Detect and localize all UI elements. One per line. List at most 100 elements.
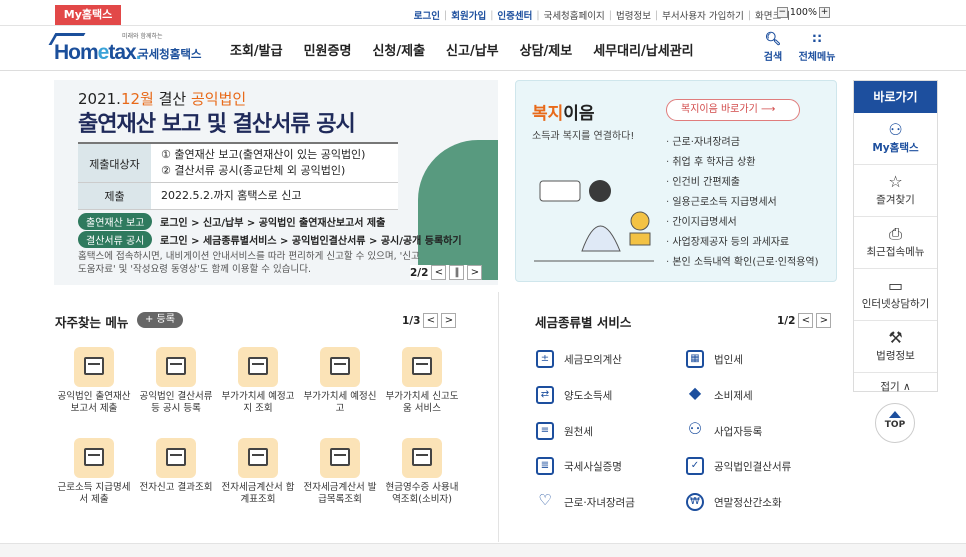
tax-service-item[interactable]: ♡ 근로·자녀장려금 bbox=[536, 493, 635, 511]
diamond-icon: ◆ bbox=[688, 383, 702, 402]
transfer-icon: ⇄ bbox=[536, 386, 554, 404]
cert-center-link[interactable]: 인증센터 bbox=[497, 8, 532, 22]
favorites-title: 자주찾는 메뉴 bbox=[55, 315, 129, 330]
nav-consult-report[interactable]: 상담/제보 bbox=[520, 40, 573, 59]
welfare-item[interactable]: 일용근로소득 지급명세서 bbox=[666, 193, 819, 213]
welfare-item[interactable]: 인건비 간편제출 bbox=[666, 173, 819, 193]
favorites-prev-button[interactable]: < bbox=[423, 313, 439, 328]
tax-service-item[interactable]: ▦ 법인세 bbox=[686, 350, 743, 368]
banner-title: 출연재산 보고 및 결산서류 공시 bbox=[78, 112, 356, 137]
welfare-illustration bbox=[534, 180, 654, 262]
quick-favorites[interactable]: ☆ 즐겨찾기 bbox=[854, 165, 937, 217]
banner-prev-button[interactable]: < bbox=[431, 265, 447, 280]
quick-menu-title: 바로가기 bbox=[854, 81, 937, 113]
dept-user-signup-link[interactable]: 부서사용자 가입하기 bbox=[662, 8, 744, 22]
logo-tagline: 미래와 함께하는 bbox=[122, 33, 163, 40]
signup-link[interactable]: 회원가입 bbox=[451, 8, 486, 22]
welfare-list: 근로·자녀장려금 취업 후 학자금 상환 인건비 간편제출 일용근로소득 지급명… bbox=[666, 133, 819, 273]
heart-icon: ♡ bbox=[538, 491, 552, 509]
favorites-next-button[interactable]: > bbox=[441, 313, 457, 328]
tax-service-item[interactable]: ₩ 연말정산간소화 bbox=[686, 493, 782, 511]
search-button[interactable]: 🔍︎ 검색 bbox=[760, 32, 786, 63]
tax-services-pager: 1/2 < > bbox=[777, 313, 832, 328]
search-doc-icon bbox=[238, 347, 278, 387]
monitor-icon: ▭ bbox=[887, 276, 904, 295]
zoom-out-button[interactable]: − bbox=[776, 7, 788, 18]
welfare-subtitle: 소득과 복지를 연결하다! bbox=[532, 131, 635, 142]
section-divider bbox=[498, 292, 499, 542]
top-button[interactable]: TOP bbox=[875, 403, 915, 443]
tax-service-item[interactable]: ⇄ 양도소득세 bbox=[536, 386, 612, 404]
quick-consult[interactable]: ▭ 인터넷상담하기 bbox=[854, 269, 937, 321]
favorites-pager: 1/3 < > bbox=[402, 313, 457, 328]
fav-item[interactable]: 전자세금계산서 합계표조회 bbox=[218, 438, 298, 506]
banner-target-head: 제출대상자 bbox=[78, 144, 151, 182]
hometax-logo[interactable]: 미래와 함께하는 Hometax. 국세청홈택스 bbox=[48, 29, 202, 69]
calendar-doc-icon bbox=[74, 347, 114, 387]
tax-service-item[interactable]: ◆ 소비제세 bbox=[686, 383, 753, 404]
recent-icon: ⎙ bbox=[889, 224, 902, 243]
welfare-item[interactable]: 취업 후 학자금 상환 bbox=[666, 153, 819, 173]
quick-fold-button[interactable]: 접기 ∧ bbox=[854, 373, 937, 394]
fav-item[interactable]: 전자세금계산서 발급목록조회 bbox=[300, 438, 380, 506]
tax-service-item[interactable]: ± 세금모의계산 bbox=[536, 350, 622, 368]
my-hometax-tab[interactable]: My홈택스 bbox=[55, 5, 121, 25]
welfare-item[interactable]: 사업장제공자 등의 과세자료 bbox=[666, 233, 819, 253]
nav-inquiry-issue[interactable]: 조회/발급 bbox=[230, 40, 283, 59]
law-info-link[interactable]: 법령정보 bbox=[616, 8, 651, 22]
star-icon: ☆ bbox=[888, 172, 903, 191]
welfare-item[interactable]: 근로·자녀장려금 bbox=[666, 133, 819, 153]
grid-menu-icon: ∷ bbox=[812, 32, 822, 47]
zoom-value: 100% bbox=[789, 7, 817, 18]
banner-next-button[interactable]: > bbox=[467, 265, 483, 280]
tax-services-next-button[interactable]: > bbox=[816, 313, 832, 328]
tax-service-item[interactable]: ≡ 원천세 bbox=[536, 422, 593, 440]
tax-services-title: 세금종류별 서비스 bbox=[535, 315, 632, 330]
coin-icon: ₩ bbox=[686, 493, 704, 511]
zoom-in-button[interactable]: + bbox=[819, 7, 830, 18]
bottom-strip bbox=[0, 543, 966, 557]
quick-law[interactable]: ⚒ 법령정보 bbox=[854, 321, 937, 373]
fav-item[interactable]: 근로소득 지급명세서 제출 bbox=[54, 438, 134, 506]
all-menu-button[interactable]: ∷ 전체메뉴 bbox=[795, 32, 839, 63]
quick-my-hometax[interactable]: ⚇ My홈택스 bbox=[854, 113, 937, 165]
main-header: 미래와 함께하는 Hometax. 국세청홈택스 조회/발급 민원증명 신청/제… bbox=[0, 27, 966, 71]
fav-item[interactable]: 전자신고 결과조회 bbox=[136, 438, 216, 494]
banner-pause-button[interactable]: ‖ bbox=[449, 265, 465, 280]
won-search-icon bbox=[156, 438, 196, 478]
banner-table: 제출대상자 ① 출연재산 보고(출연재산이 있는 공익법인) ② 결산서류 공시(… bbox=[78, 142, 398, 210]
login-link[interactable]: 로그인 bbox=[414, 8, 440, 22]
tax-service-item[interactable]: ≣ 국세사실증명 bbox=[536, 457, 622, 475]
fav-item[interactable]: 부가가치세 예정신고 bbox=[300, 347, 380, 415]
nav-report-pay[interactable]: 신고/납부 bbox=[446, 40, 499, 59]
favorites-register-button[interactable]: + 등록 bbox=[137, 312, 183, 328]
notice-banner[interactable]: 2021.12월 결산 공익법인 출연재산 보고 및 결산서류 공시 제출대상자… bbox=[54, 80, 498, 285]
welfare-go-button[interactable]: 복지이음 바로가기 ⟶ bbox=[666, 99, 800, 121]
fav-item[interactable]: 부가가치세 신고도움 서비스 bbox=[382, 347, 462, 415]
welfare-item[interactable]: 본인 소득내역 확인(근로·인적용역) bbox=[666, 253, 818, 273]
fav-item[interactable]: 공익법인 결산서류 등 공시 등록 bbox=[136, 347, 216, 415]
fav-item[interactable]: 공익법인 출연재산 보고서 제출 bbox=[54, 347, 134, 415]
quick-recent[interactable]: ⎙ 최근접속메뉴 bbox=[854, 217, 937, 269]
banner-pill-disclose: 결산서류 공시 bbox=[78, 231, 153, 248]
fav-item[interactable]: 현금영수증 사용내역조회(소비자) bbox=[382, 438, 462, 506]
banner-submit-value: 2022.5.2.까지 홈택스로 신고 bbox=[151, 183, 398, 209]
checklist-icon: ✓ bbox=[686, 457, 704, 475]
welfare-item[interactable]: 간이지급명세서 bbox=[666, 213, 819, 233]
fav-item[interactable]: 부가가치세 예정고지 조회 bbox=[218, 347, 298, 415]
quick-menu-panel: 바로가기 ⚇ My홈택스 ☆ 즐겨찾기 ⎙ 최근접속메뉴 ▭ 인터넷상담하기 ⚒ 법령정보… bbox=[853, 80, 938, 394]
logo-nts-text: 국세청홈택스 bbox=[138, 47, 202, 61]
tax-services-prev-button[interactable]: < bbox=[798, 313, 814, 328]
nts-homepage-link[interactable]: 국세청홈페이지 bbox=[544, 8, 605, 22]
nav-civil-cert[interactable]: 민원증명 bbox=[304, 40, 352, 59]
banner-path-disclose: 로그인 > 세금종류별서비스 > 공익법인결산서류 > 공시/공개 등록하기 bbox=[160, 236, 462, 247]
arrow-up-icon bbox=[889, 411, 901, 418]
nav-apply-submit[interactable]: 신청/제출 bbox=[372, 40, 425, 59]
tax-service-item[interactable]: ✓ 공익법인결산서류 bbox=[686, 457, 791, 475]
welfare-title: 복지이음 bbox=[532, 104, 595, 124]
welfare-panel: 복지이음 소득과 복지를 연결하다! 복지이음 바로가기 ⟶ 근로·자녀장려금 … bbox=[515, 80, 837, 282]
tax-service-item[interactable]: ⚇ 사업자등록 bbox=[686, 421, 762, 440]
receipt-icon bbox=[402, 438, 442, 478]
all-menu-label: 전체메뉴 bbox=[798, 52, 836, 63]
nav-tax-agent[interactable]: 세무대리/납세관리 bbox=[593, 40, 693, 59]
